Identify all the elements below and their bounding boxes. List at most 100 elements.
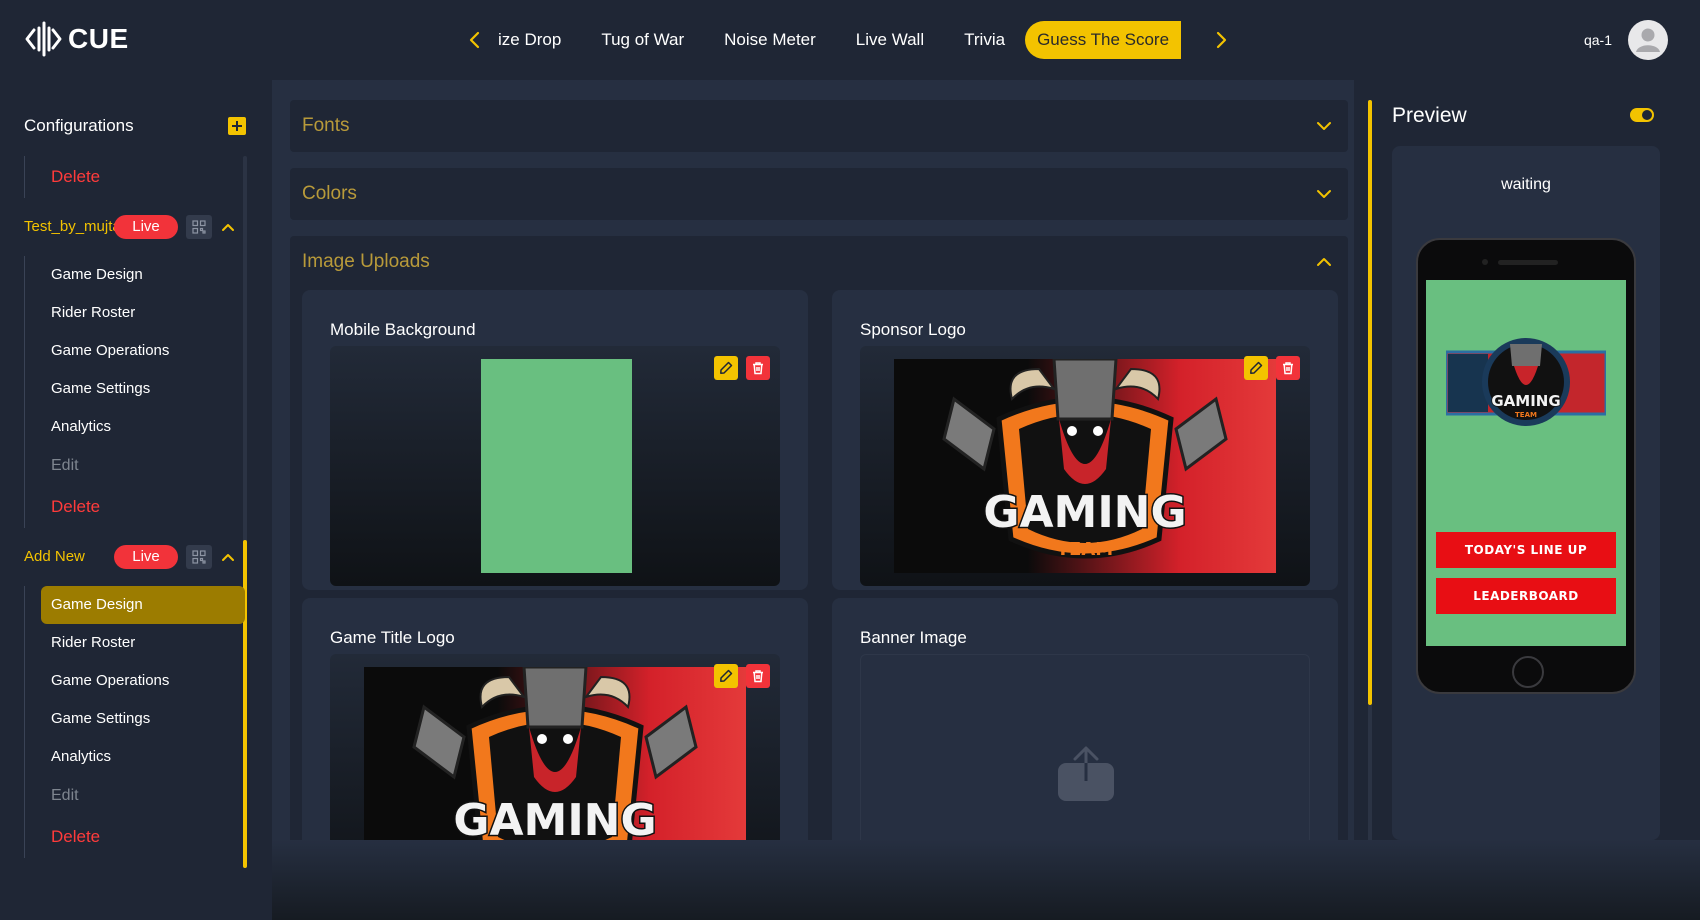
pencil-icon (1250, 361, 1263, 374)
bottom-gradient (272, 840, 1700, 920)
tab-live-wall[interactable]: Live Wall (836, 21, 944, 59)
plus-icon (232, 121, 242, 131)
edit-image-button[interactable] (714, 664, 738, 688)
chevron-up-icon[interactable] (1316, 257, 1332, 267)
image-uploads-section: Image Uploads Mobile Background Sponsor … (290, 236, 1348, 920)
tab-noise-meter[interactable]: Noise Meter (704, 21, 836, 59)
upload-card-sponsor-logo: Sponsor Logo GAMING TEAM (832, 290, 1338, 590)
preview-toggle[interactable] (1630, 108, 1654, 122)
sidebar-item-rider-roster[interactable]: Rider Roster (25, 294, 250, 332)
upload-cards: Mobile Background Sponsor Logo GAMING TE… (302, 290, 1338, 850)
sidebar-item-analytics[interactable]: Analytics (25, 408, 250, 446)
colors-section[interactable]: Colors (290, 168, 1348, 220)
upload-label: Mobile Background (330, 320, 476, 339)
sponsor-logo-preview: GAMING TEAM (860, 346, 1310, 586)
edit-image-button[interactable] (1244, 356, 1268, 380)
phone-mockup: GAMING TEAM TODAY'S LINE UP LEADERBOARD (1416, 238, 1636, 694)
preview-status: waiting (1501, 176, 1551, 193)
qr-code-icon (192, 220, 206, 234)
add-configuration-button[interactable] (228, 117, 246, 135)
user-menu[interactable]: qa-1 (1584, 20, 1668, 60)
logo-waveform-icon (25, 21, 62, 57)
qr-code-button[interactable] (186, 545, 212, 569)
qr-code-button[interactable] (186, 215, 212, 239)
status-badge: Live (114, 215, 178, 239)
sidebar-item-game-operations[interactable]: Game Operations (25, 332, 250, 370)
sidebar-item-delete[interactable]: Delete (25, 156, 250, 198)
tab-guess-the-score[interactable]: Guess The Score (1025, 21, 1182, 59)
chevron-right-icon[interactable] (1208, 20, 1234, 60)
chevron-left-icon[interactable] (462, 20, 488, 60)
sidebar-item-edit[interactable]: Edit (25, 446, 250, 486)
chevron-down-icon[interactable] (1316, 189, 1332, 199)
sidebar-item-rider-roster[interactable]: Rider Roster (25, 624, 250, 662)
banner-upload-dropzone[interactable] (860, 654, 1310, 850)
tab-tug-of-war[interactable]: Tug of War (581, 21, 704, 59)
image-actions (1244, 356, 1300, 380)
image-actions (714, 356, 770, 380)
config-header[interactable]: Test_by_mujtahid Live (24, 198, 250, 256)
preview-divider (1368, 100, 1372, 705)
upload-card-mobile-background: Mobile Background (302, 290, 808, 590)
phone-camera (1482, 259, 1488, 265)
delete-image-button[interactable] (1276, 356, 1300, 380)
config-name[interactable]: Add New (24, 546, 114, 568)
chevron-down-icon[interactable] (1316, 121, 1332, 131)
todays-line-up-button[interactable]: TODAY'S LINE UP (1436, 532, 1616, 568)
phone-speaker (1498, 260, 1558, 265)
logo-main-text: GAMING (1491, 392, 1560, 410)
logo-sub-text: TEAM (1515, 411, 1537, 419)
logo-main-text: GAMING (453, 795, 656, 846)
config-header[interactable]: Add New Live (24, 528, 250, 586)
pencil-icon (720, 669, 733, 682)
edit-image-button[interactable] (714, 356, 738, 380)
chevron-up-icon[interactable] (220, 219, 236, 235)
upload-label: Game Title Logo (330, 628, 455, 647)
delete-image-button[interactable] (746, 356, 770, 380)
trash-icon (753, 670, 763, 683)
sidebar-item-analytics[interactable]: Analytics (25, 738, 250, 776)
status-badge: Live (114, 545, 178, 569)
gaming-team-logo: GAMING TEAM (894, 359, 1276, 573)
qr-code-icon (192, 550, 206, 564)
section-header[interactable]: Fonts (290, 100, 1348, 152)
game-tabs-nav: ize Drop Tug of War Noise Meter Live Wal… (462, 20, 1234, 60)
avatar[interactable] (1628, 20, 1668, 60)
trash-icon (753, 362, 763, 375)
delete-image-button[interactable] (746, 664, 770, 688)
green-background-image (481, 359, 632, 573)
sidebar-item-delete[interactable]: Delete (25, 486, 250, 528)
sidebar-item-game-settings[interactable]: Game Settings (25, 700, 250, 738)
section-title: Fonts (302, 115, 350, 136)
user-icon (1636, 28, 1660, 52)
fonts-section[interactable]: Fonts (290, 100, 1348, 152)
preview-title: Preview (1392, 104, 1467, 127)
logo-main-text: GAMING (983, 487, 1186, 538)
pencil-icon (720, 361, 733, 374)
tab-trivia[interactable]: Trivia (944, 21, 1025, 59)
chevron-up-icon[interactable] (220, 549, 236, 565)
sidebar-item-delete[interactable]: Delete (25, 816, 250, 858)
section-header[interactable]: Colors (290, 168, 1348, 220)
section-title: Colors (302, 183, 357, 204)
sidebar-item-game-operations[interactable]: Game Operations (25, 662, 250, 700)
sidebar-item-edit[interactable]: Edit (25, 776, 250, 816)
game-title-logo-preview: GAMING (330, 654, 780, 850)
tab-prize-drop[interactable]: ize Drop (488, 21, 581, 59)
config-branch-prev: Delete (24, 156, 250, 198)
config-menu: Game Design Rider Roster Game Operations… (24, 256, 250, 528)
sidebar-item-game-design[interactable]: Game Design (41, 586, 245, 624)
app-logo[interactable]: CUE (24, 20, 129, 58)
section-header[interactable]: Image Uploads (290, 236, 1348, 288)
logo-text: CUE (68, 23, 129, 54)
gaming-team-logo: GAMING TEAM (1446, 338, 1606, 426)
phone-home-button (1512, 656, 1544, 688)
config-name[interactable]: Test_by_mujtahid (24, 216, 141, 238)
upload-icon[interactable] (1057, 745, 1115, 803)
logo-sub-text: TEAM (1057, 539, 1113, 560)
configurations-list: Delete Test_by_mujtahid Live Game Design… (24, 156, 250, 868)
section-title: Image Uploads (302, 251, 430, 272)
sidebar-item-game-settings[interactable]: Game Settings (25, 370, 250, 408)
sidebar-item-game-design[interactable]: Game Design (25, 256, 250, 294)
leaderboard-button[interactable]: LEADERBOARD (1436, 578, 1616, 614)
